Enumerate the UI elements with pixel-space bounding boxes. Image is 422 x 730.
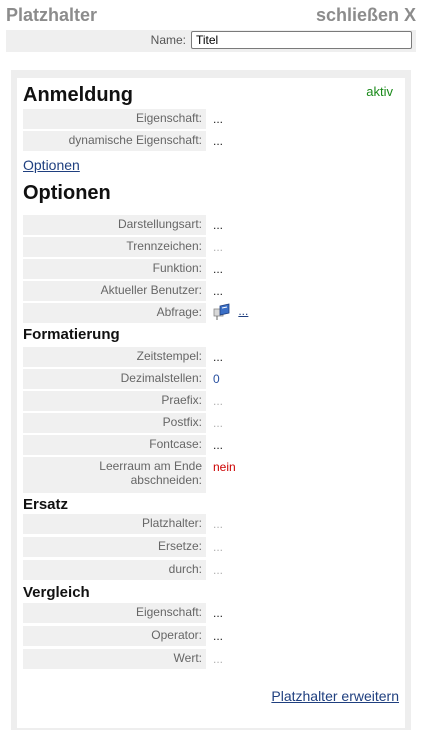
name-input[interactable] — [191, 31, 412, 49]
section-title-ersatz: Ersatz — [23, 496, 69, 513]
field-row-praefix: Praefix: ... — [23, 391, 397, 411]
field-value-link[interactable]: ... — [213, 240, 223, 254]
field-row-abfrage: Abfrage: ... — [23, 303, 397, 323]
query-value: ... — [213, 303, 248, 321]
field-row-dynamische-eigenschaft: dynamische Eigenschaft: ... — [23, 131, 397, 151]
field-row-funktion: Funktion: ... — [23, 259, 397, 279]
field-label: Leerraum am Ende abschneiden: — [23, 457, 206, 493]
field-value-link[interactable]: ... — [213, 394, 223, 408]
field-row-postfix: Postfix: ... — [23, 413, 397, 433]
field-value-link[interactable]: ... — [213, 134, 223, 148]
field-label-line1: Leerraum am Ende — [99, 459, 202, 473]
field-label: Operator: — [23, 626, 206, 646]
query-value-link[interactable]: ... — [238, 304, 248, 318]
field-row-dezimalstellen: Dezimalstellen: 0 — [23, 369, 397, 389]
field-row-darstellungsart: Darstellungsart: ... — [23, 215, 397, 235]
section-title-optionen: Optionen — [23, 182, 111, 204]
field-value-link[interactable]: ... — [213, 629, 223, 643]
field-row-aktueller-benutzer: Aktueller Benutzer: ... — [23, 281, 397, 301]
field-value-link[interactable]: ... — [213, 416, 223, 430]
field-row-leerraum: Leerraum am Ende abschneiden: nein — [23, 457, 397, 493]
dialog-header: Platzhalter schließen X — [6, 4, 416, 26]
field-row-wert: Wert: ... — [23, 649, 397, 669]
field-value-link[interactable]: ... — [213, 438, 223, 452]
section-title-anmeldung: Anmeldung — [23, 84, 133, 106]
field-label: Darstellungsart: — [23, 215, 206, 235]
field-label: Dezimalstellen: — [23, 369, 206, 389]
field-value-link[interactable]: ... — [213, 606, 223, 620]
name-label: Name: — [150, 33, 186, 47]
panel-content: Anmeldung aktiv Eigenschaft: ... dynamis… — [17, 78, 405, 728]
placeholder-panel: Anmeldung aktiv Eigenschaft: ... dynamis… — [11, 70, 411, 730]
field-value-link[interactable]: ... — [213, 563, 223, 577]
options-link[interactable]: Optionen — [23, 157, 80, 173]
query-icon[interactable] — [213, 303, 235, 321]
field-value-link[interactable]: ... — [213, 284, 223, 298]
expand-placeholder-link[interactable]: Platzhalter erweitern — [271, 688, 399, 704]
field-label: Funktion: — [23, 259, 206, 279]
field-label: Wert: — [23, 649, 206, 669]
field-row-durch: durch: ... — [23, 560, 397, 580]
field-row-operator: Operator: ... — [23, 626, 397, 646]
field-value-link[interactable]: ... — [213, 112, 223, 126]
field-label: Eigenschaft: — [23, 603, 206, 623]
field-label: Platzhalter: — [23, 514, 206, 534]
field-value-link[interactable]: 0 — [213, 372, 220, 386]
field-row-zeitstempel: Zeitstempel: ... — [23, 347, 397, 367]
field-label: Praefix: — [23, 391, 206, 411]
field-value-link[interactable]: nein — [213, 460, 236, 474]
field-label: Aktueller Benutzer: — [23, 281, 206, 301]
field-label: Zeitstempel: — [23, 347, 206, 367]
field-value-link[interactable]: ... — [213, 350, 223, 364]
field-label: Ersetze: — [23, 537, 206, 557]
field-label: Eigenschaft: — [23, 109, 206, 129]
field-row-fontcase: Fontcase: ... — [23, 435, 397, 455]
field-label: Trennzeichen: — [23, 237, 206, 257]
field-label-line2: abschneiden: — [130, 473, 202, 487]
field-row-trennzeichen: Trennzeichen: ... — [23, 237, 397, 257]
field-value-link[interactable]: ... — [213, 517, 223, 531]
field-label: Fontcase: — [23, 435, 206, 455]
field-label: Abfrage: — [23, 303, 206, 323]
close-button[interactable]: schließen X — [316, 5, 416, 26]
section-title-vergleich: Vergleich — [23, 584, 90, 601]
field-value-link[interactable]: ... — [213, 262, 223, 276]
name-row: Name: — [6, 30, 416, 52]
dialog-title: Platzhalter — [6, 5, 98, 25]
field-label: durch: — [23, 560, 206, 580]
field-label: dynamische Eigenschaft: — [23, 131, 206, 151]
section-title-formatierung: Formatierung — [23, 326, 120, 343]
field-row-platzhalter: Platzhalter: ... — [23, 514, 397, 534]
status-active[interactable]: aktiv — [366, 84, 393, 99]
field-value-link[interactable]: ... — [213, 540, 223, 554]
field-value-link[interactable]: ... — [213, 652, 223, 666]
field-label: Postfix: — [23, 413, 206, 433]
field-value-link[interactable]: ... — [213, 218, 223, 232]
field-row-vergleich-eigenschaft: Eigenschaft: ... — [23, 603, 397, 623]
field-row-eigenschaft: Eigenschaft: ... — [23, 109, 397, 129]
field-row-ersetze: Ersetze: ... — [23, 537, 397, 557]
